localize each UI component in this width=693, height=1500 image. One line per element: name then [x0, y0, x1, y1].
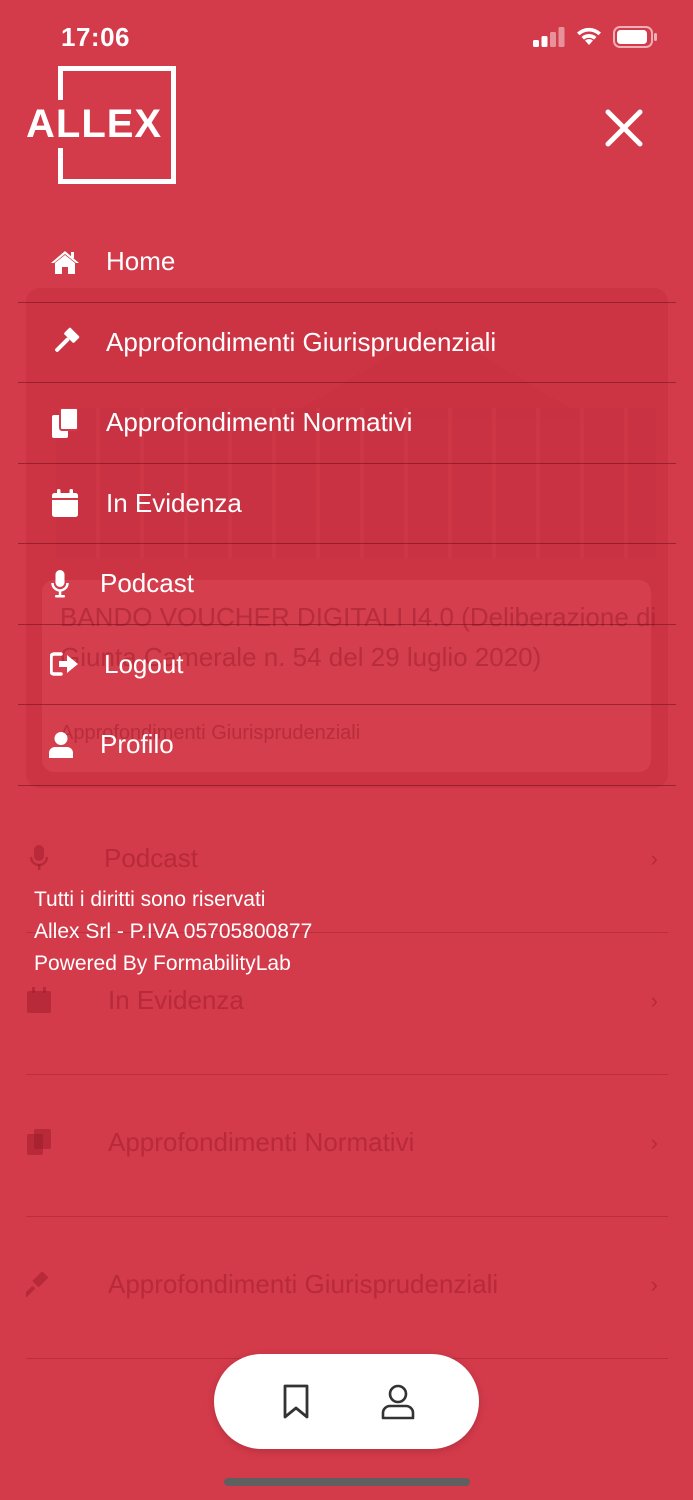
bottom-tab-bar: [214, 1354, 479, 1449]
allex-logo: ALLEX: [26, 66, 178, 184]
close-menu-button[interactable]: [600, 104, 648, 152]
home-icon: [48, 245, 82, 279]
menu-item-label: Home: [106, 246, 176, 277]
menu-item-label: Approfondimenti Giurisprudenziali: [106, 326, 497, 357]
home-indicator: [224, 1478, 470, 1486]
chevron-right-icon: ›: [650, 1272, 658, 1297]
signal-icon: [533, 27, 565, 52]
menu-item-approfondimenti-giurisprudenziali[interactable]: Approfondimenti Giurisprudenziali: [18, 303, 676, 383]
footer-rights: Tutti i diritti sono riservati: [34, 888, 266, 911]
microphone-icon: [26, 845, 52, 871]
bg-row-podcast: Podcast ›: [26, 828, 668, 888]
bookmark-icon: [283, 1384, 308, 1418]
gavel-icon: [26, 1271, 52, 1297]
menu-item-podcast[interactable]: Podcast: [18, 544, 676, 625]
battery-icon: [613, 26, 657, 53]
profile-tab-button[interactable]: [376, 1380, 420, 1424]
bookmarks-tab-button[interactable]: [274, 1380, 318, 1424]
calendar-icon: [26, 987, 52, 1013]
close-icon: [605, 109, 643, 147]
wifi-icon: [575, 27, 603, 52]
logo-text: ALLEX: [26, 100, 165, 148]
user-icon: [48, 728, 74, 762]
menu-item-label: Podcast: [100, 568, 194, 599]
menu-item-label: Approfondimenti Normativi: [106, 407, 413, 438]
microphone-icon: [48, 567, 72, 601]
bg-row-label: Approfondimenti Giurisprudenziali: [108, 1268, 499, 1299]
bg-row-label: In Evidenza: [108, 984, 244, 1015]
menu-item-approfondimenti-normativi[interactable]: Approfondimenti Normativi: [18, 383, 676, 464]
footer-powered-by: Powered By FormabilityLab: [34, 952, 291, 975]
menu-item-label: Profilo: [100, 729, 174, 760]
menu-item-in-evidenza[interactable]: In Evidenza: [18, 464, 676, 544]
bg-row-normativi: Approfondimenti Normativi ›: [26, 1112, 668, 1172]
menu-item-label: Logout: [104, 648, 184, 679]
side-menu: Home Approfondimenti Giurisprudenziali A…: [18, 222, 676, 786]
gavel-icon: [48, 325, 82, 359]
status-bar: 17:06: [0, 0, 693, 72]
profile-icon: [381, 1384, 414, 1419]
bg-row-label: Podcast: [104, 842, 198, 873]
chevron-right-icon: ›: [650, 988, 658, 1013]
bg-row-label: Approfondimenti Normativi: [108, 1126, 415, 1157]
logout-icon: [48, 647, 82, 681]
menu-item-logout[interactable]: Logout: [18, 625, 676, 705]
calendar-icon: [48, 486, 82, 520]
menu-item-home[interactable]: Home: [18, 222, 676, 303]
menu-item-profilo[interactable]: Profilo: [18, 705, 676, 786]
bg-row-giurisprudenziali: Approfondimenti Giurisprudenziali ›: [26, 1254, 668, 1314]
chevron-right-icon: ›: [650, 1130, 658, 1155]
menu-footer: Tutti i diritti sono riservati Allex Srl…: [34, 884, 312, 980]
footer-company: Allex Srl - P.IVA 05705800877: [34, 920, 313, 943]
status-time: 17:06: [61, 22, 130, 52]
documents-icon: [26, 1129, 52, 1155]
documents-icon: [48, 406, 82, 440]
chevron-right-icon: ›: [650, 846, 658, 871]
menu-item-label: In Evidenza: [106, 487, 242, 518]
